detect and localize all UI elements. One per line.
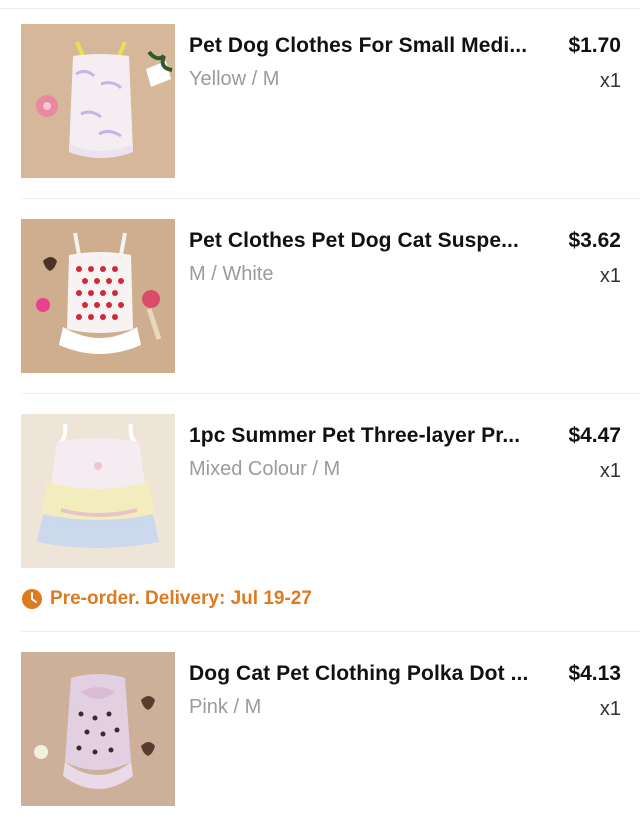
product-quantity: x1 [599, 460, 621, 482]
product-image[interactable] [21, 414, 175, 568]
product-quantity: x1 [599, 70, 621, 92]
product-title[interactable]: Pet Clothes Pet Dog Cat Suspe... [189, 229, 549, 253]
product-variant: M / White [189, 263, 274, 285]
product-image-graphic [21, 24, 175, 178]
product-variant: Pink / M [189, 696, 262, 718]
product-image-graphic [21, 652, 175, 806]
item-divider [21, 393, 640, 394]
top-divider [0, 8, 640, 9]
product-image-graphic [21, 414, 175, 568]
cart-item-2[interactable]: Pet Clothes Pet Dog Cat Suspe... $3.62 M… [0, 219, 640, 379]
product-image[interactable] [21, 219, 175, 373]
product-image[interactable] [21, 652, 175, 806]
cart-item-4[interactable]: Dog Cat Pet Clothing Polka Dot ... $4.13… [0, 652, 640, 812]
preorder-text: Pre-order. Delivery: Jul 19-27 [50, 588, 312, 609]
cart-item-3[interactable]: 1pc Summer Pet Three-layer Pr... $4.47 M… [0, 414, 640, 574]
product-title[interactable]: Dog Cat Pet Clothing Polka Dot ... [189, 662, 549, 686]
product-title[interactable]: Pet Dog Clothes For Small Medi... [189, 34, 549, 58]
product-variant: Mixed Colour / M [189, 458, 341, 480]
product-price: $4.13 [568, 662, 621, 685]
preorder-notice: Pre-order. Delivery: Jul 19-27 [21, 588, 312, 610]
product-variant: Yellow / M [189, 68, 280, 90]
product-price: $3.62 [568, 229, 621, 252]
product-title[interactable]: 1pc Summer Pet Three-layer Pr... [189, 424, 549, 448]
product-quantity: x1 [599, 698, 621, 720]
product-image[interactable] [21, 24, 175, 178]
cart-item-1[interactable]: Pet Dog Clothes For Small Medi... $1.70 … [0, 24, 640, 184]
product-price: $1.70 [568, 34, 621, 57]
item-divider [21, 198, 640, 199]
product-quantity: x1 [599, 265, 621, 287]
item-divider [21, 631, 640, 632]
product-image-graphic [21, 219, 175, 373]
clock-icon [21, 588, 43, 610]
product-price: $4.47 [568, 424, 621, 447]
